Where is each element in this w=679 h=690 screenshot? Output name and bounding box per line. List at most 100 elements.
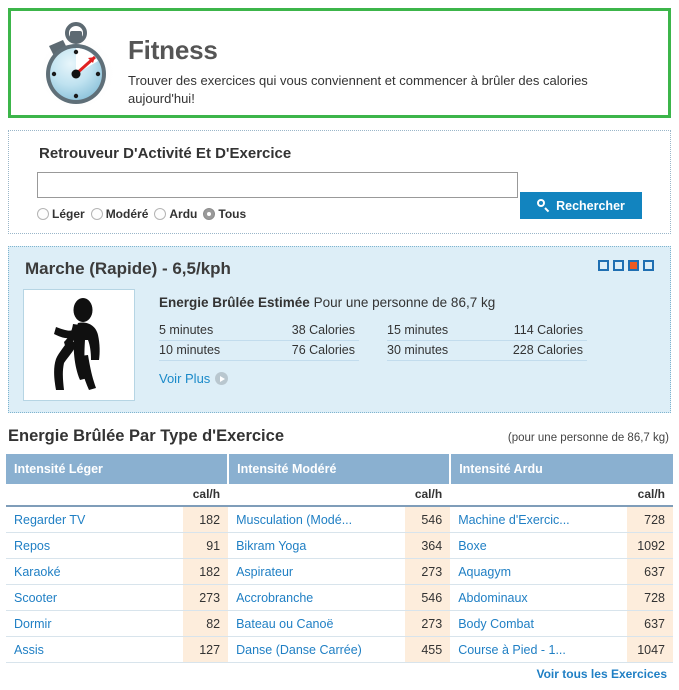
hero-banner: Fitness Trouver des exercices qui vous c… [8, 8, 671, 118]
exercise-link[interactable]: Repos [6, 532, 183, 559]
exercise-value: 637 [626, 610, 673, 637]
exercise-link[interactable]: Accrobranche [228, 584, 405, 611]
exercise-value: 273 [404, 558, 451, 585]
table-row: Repos 91 Bikram Yoga 364 Boxe 1092 [6, 532, 673, 559]
exercise-link[interactable]: Machine d'Exercic... [450, 506, 627, 533]
table-row: Dormir 82 Bateau ou Canoë 273 Body Comba… [6, 610, 673, 637]
calorie-row: 5 minutes 38 Calories [159, 321, 359, 341]
pagination-dot-1[interactable] [598, 260, 609, 271]
search-panel: Retrouveur D'Activité Et D'Exercice Lége… [8, 130, 671, 234]
radio-option-ardu[interactable]: Ardu [154, 207, 197, 221]
calorie-row: 15 minutes 114 Calories [387, 321, 587, 341]
radio-option-leger[interactable]: Léger [37, 207, 85, 221]
duration-label: 10 minutes [159, 343, 221, 357]
calorie-row: 10 minutes 76 Calories [159, 341, 359, 361]
calorie-column-left: 5 minutes 38 Calories 10 minutes 76 Calo… [159, 321, 359, 361]
calorie-value: 38 Calories [291, 323, 355, 337]
exercise-link[interactable]: Bikram Yoga [228, 532, 405, 559]
table-section-header: Energie Brûlée Par Type d'Exercice (pour… [6, 427, 673, 446]
walking-person-icon [23, 289, 135, 401]
duration-label: 15 minutes [387, 323, 449, 337]
exercise-value: 455 [404, 636, 451, 663]
exercise-card-title: Marche (Rapide) - 6,5/kph [25, 259, 231, 278]
exercise-value: 82 [182, 610, 229, 637]
card-pagination [598, 260, 654, 271]
radio-circle-icon [154, 208, 167, 220]
exercise-link[interactable]: Danse (Danse Carrée) [228, 636, 405, 663]
exercise-value: 728 [626, 584, 673, 611]
exercise-value: 546 [404, 506, 451, 533]
search-input[interactable] [37, 172, 518, 198]
radio-label-tous: Tous [218, 207, 247, 221]
duration-label: 30 minutes [387, 343, 449, 357]
exercise-value: 1092 [626, 532, 673, 559]
voir-plus-link[interactable]: Voir Plus [159, 371, 229, 386]
exercise-value: 273 [182, 584, 229, 611]
exercise-link[interactable]: Boxe [450, 532, 627, 559]
unit-header-leger: cal/h [182, 484, 229, 507]
exercise-link[interactable]: Body Combat [450, 610, 627, 637]
estimate-suffix: Pour une personne de 86,7 kg [309, 295, 496, 310]
fitness-page: Fitness Trouver des exercices qui vous c… [0, 8, 679, 690]
table-group-header-row: Intensité Léger Intensité Modéré Intensi… [6, 454, 673, 484]
exercise-link[interactable]: Musculation (Modé... [228, 506, 405, 533]
exercise-link[interactable]: Aquagym [450, 558, 627, 585]
table-row: Karaoké 182 Aspirateur 273 Aquagym 637 [6, 558, 673, 585]
exercise-result-card: Marche (Rapide) - 6,5/kph Energie Brûlée… [8, 246, 671, 413]
column-header-leger: Intensité Léger [6, 454, 230, 484]
see-all-exercises-link[interactable]: Voir tous les Exercices [6, 663, 673, 681]
estimate-line: Energie Brûlée Estimée Pour une personne… [159, 295, 656, 310]
radio-circle-icon [90, 208, 103, 220]
radio-label-leger: Léger [52, 207, 85, 221]
page-subtitle: Trouver des exercices qui vous convienne… [128, 73, 588, 106]
radio-label-ardu: Ardu [169, 207, 198, 221]
table-section-note: (pour une personne de 86,7 kg) [507, 432, 669, 444]
pagination-dot-2[interactable] [613, 260, 624, 271]
calorie-table: 5 minutes 38 Calories 10 minutes 76 Calo… [159, 321, 656, 361]
search-button-label: Rechercher [556, 198, 625, 213]
column-header-ardu: Intensité Ardu [450, 454, 673, 484]
calorie-row: 30 minutes 228 Calories [387, 341, 587, 361]
exercise-link[interactable]: Aspirateur [228, 558, 405, 585]
calorie-value: 76 Calories [291, 343, 355, 357]
play-circle-icon [215, 372, 229, 385]
exercise-link[interactable]: Scooter [6, 584, 183, 611]
exercise-link[interactable]: Karaoké [6, 558, 183, 585]
exercise-value: 182 [182, 558, 229, 585]
radio-circle-icon [37, 208, 49, 220]
exercise-value: 546 [404, 584, 451, 611]
table-row: Assis 127 Danse (Danse Carrée) 455 Cours… [6, 636, 673, 663]
exercise-table-section: Energie Brûlée Par Type d'Exercice (pour… [6, 427, 673, 681]
exercise-value: 1047 [626, 636, 673, 663]
unit-spacer-leger [6, 484, 183, 507]
radio-option-tous[interactable]: Tous [203, 207, 246, 221]
unit-header-modere: cal/h [404, 484, 451, 507]
page-title: Fitness [128, 35, 218, 65]
pagination-dot-3-active[interactable] [628, 260, 639, 271]
exercise-value: 364 [404, 532, 451, 559]
stopwatch-icon [23, 21, 128, 116]
unit-spacer-modere [228, 484, 405, 507]
exercise-link[interactable]: Abdominaux [450, 584, 627, 611]
column-header-modere: Intensité Modéré [228, 454, 452, 484]
table-section-title: Energie Brûlée Par Type d'Exercice [8, 427, 284, 445]
exercise-link[interactable]: Course à Pied - 1... [450, 636, 627, 663]
radio-option-modere[interactable]: Modéré [90, 207, 148, 221]
estimate-label: Energie Brûlée Estimée [159, 295, 310, 310]
exercise-value: 637 [626, 558, 673, 585]
search-button[interactable]: Rechercher [520, 192, 642, 219]
search-panel-title: Retrouveur D'Activité Et D'Exercice [39, 145, 292, 162]
table-body: Regarder TV 182 Musculation (Modé... 546… [6, 506, 673, 663]
table-row: Scooter 273 Accrobranche 546 Abdominaux … [6, 584, 673, 611]
exercise-table: Intensité Léger Intensité Modéré Intensi… [6, 454, 673, 663]
pagination-dot-4[interactable] [643, 260, 654, 271]
radio-circle-selected-icon [203, 208, 216, 220]
exercise-link[interactable]: Assis [6, 636, 183, 663]
exercise-value: 273 [404, 610, 451, 637]
search-icon [537, 199, 550, 212]
duration-label: 5 minutes [159, 323, 214, 337]
exercise-link[interactable]: Regarder TV [6, 506, 183, 533]
voir-plus-label: Voir Plus [159, 371, 211, 386]
exercise-link[interactable]: Bateau ou Canoë [228, 610, 405, 637]
exercise-link[interactable]: Dormir [6, 610, 183, 637]
